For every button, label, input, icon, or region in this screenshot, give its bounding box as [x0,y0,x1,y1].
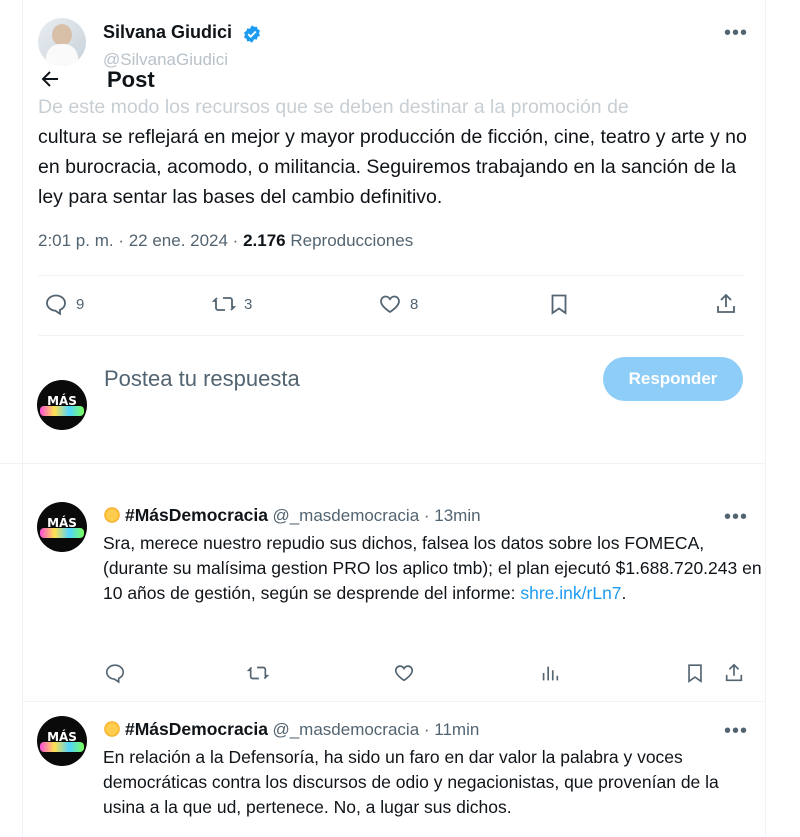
divider [22,701,766,702]
reply-avatar[interactable]: MÁS [37,502,87,552]
tweet-text-faded: De este modo los recursos que se deben d… [38,96,629,118]
view-count: 2.176 [243,231,286,250]
reply-icon[interactable] [104,662,126,684]
tweet-text-body: cultura se reflejará en mejor y mayor pr… [38,126,747,208]
reply-input[interactable]: Postea tu respuesta [104,366,300,392]
reply-header: #MásDemocracia @_masdemocracia · 11min [103,719,479,740]
like-count: 8 [410,295,419,313]
reply-icon [46,294,66,316]
views-label: Reproducciones [285,231,414,250]
reply-text: Sra, merece nuestro repudio sus dichos, … [103,531,763,606]
verified-icon [244,25,260,43]
divider [0,463,766,464]
divider [38,275,744,276]
reply-author-handle: @_masdemocracia · 11min [272,720,480,739]
right-border [765,0,766,837]
reply-author-handle: @_masdemocracia · 13min [272,506,481,525]
retweet-icon [212,297,236,311]
more-icon[interactable]: ••• [724,721,748,741]
retweet-icon[interactable] [247,662,269,684]
like-button[interactable]: 8 [378,292,418,316]
sun-emoji-icon [103,506,121,524]
reply-text-end: . [621,583,627,603]
sun-emoji-icon [103,720,121,738]
bookmark-button[interactable] [547,292,571,316]
user-avatar[interactable]: MÁS [37,380,87,430]
bookmark-icon [551,294,567,315]
retweet-count: 3 [244,295,253,313]
divider [38,335,744,336]
reply-link[interactable]: shre.ink/rLn7 [520,583,621,603]
bookmark-icon[interactable] [684,662,706,684]
more-icon[interactable]: ••• [724,507,748,527]
reply-submit-button[interactable]: Responder [603,357,743,401]
retweet-button[interactable]: 3 [212,292,252,316]
tweet-meta: 2:01 p. m. · 22 ene. 2024 · 2.176 Reprod… [38,231,413,251]
heart-icon[interactable] [393,662,415,684]
share-icon[interactable] [723,662,745,684]
analytics-icon[interactable] [539,662,561,684]
heart-icon [380,295,400,314]
reply-text: En relación a la Defensoría, ha sido un … [103,747,719,817]
reply-text-body: Sra, merece nuestro repudio sus dichos, … [103,533,762,603]
reply-count: 9 [76,295,85,313]
reply-header: #MásDemocracia @_masdemocracia · 13min [103,505,481,526]
author-name[interactable]: Silvana Giudici [103,22,232,43]
reply-button[interactable]: 9 [44,292,84,316]
tweet-text: De este modo los recursos que se deben d… [38,92,758,212]
share-button[interactable] [714,292,738,316]
reply-avatar[interactable]: MÁS [37,716,87,766]
arrow-left-icon[interactable] [38,67,62,91]
reply-author-name[interactable]: #MásDemocracia [125,719,268,739]
author-avatar[interactable] [38,18,86,66]
tweet-time[interactable]: 2:01 p. m. · 22 ene. 2024 · [38,231,243,250]
left-border [22,0,23,837]
more-icon[interactable]: ••• [724,23,748,43]
share-icon [717,293,735,313]
reply-author-name[interactable]: #MásDemocracia [125,505,268,525]
page-title: Post [107,67,155,92]
